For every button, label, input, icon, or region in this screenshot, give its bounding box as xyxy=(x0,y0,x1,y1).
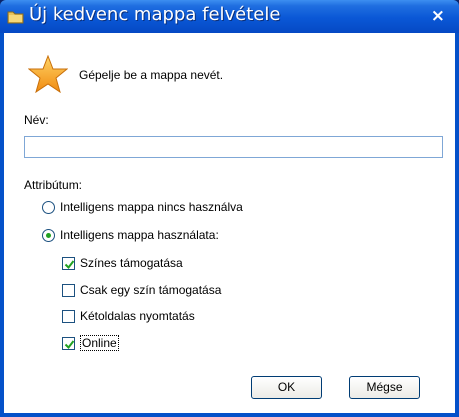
folder-icon xyxy=(7,11,24,24)
checkbox-online[interactable]: Online xyxy=(62,335,119,351)
checkbox-label: Online xyxy=(80,335,119,351)
title-bar[interactable]: Új kedvenc mappa felvétele × xyxy=(0,0,459,33)
checkbox-checked[interactable] xyxy=(62,336,75,350)
radio-no-smart-folder[interactable]: Intelligens mappa nincs használva xyxy=(42,200,243,214)
checkbox-color-support[interactable]: Színes támogatása xyxy=(62,256,183,270)
close-icon[interactable]: × xyxy=(431,6,445,26)
folder-name-input[interactable] xyxy=(24,136,443,158)
prompt-text: Gépelje be a mappa nevét. xyxy=(79,68,224,82)
checkbox-unchecked[interactable] xyxy=(62,309,75,323)
checkbox-label: Színes támogatása xyxy=(80,256,183,270)
dialog-title: Új kedvenc mappa felvétele xyxy=(29,4,281,25)
dialog-window: Új kedvenc mappa felvétele × Gépelje be … xyxy=(0,0,459,417)
cancel-button[interactable]: Mégse xyxy=(349,376,420,399)
window-frame-right xyxy=(455,33,459,417)
dialog-body xyxy=(4,33,455,413)
radio-button[interactable] xyxy=(42,200,55,214)
name-label: Név: xyxy=(24,113,49,127)
checkbox-label: Csak egy szín támogatása xyxy=(80,283,222,297)
radio-button-selected[interactable] xyxy=(42,228,55,242)
star-icon xyxy=(28,55,68,93)
checkbox-unchecked[interactable] xyxy=(62,283,75,297)
checkbox-single-color-support[interactable]: Csak egy szín támogatása xyxy=(62,283,221,297)
window-frame-bottom xyxy=(0,413,459,417)
radio-use-smart-folder[interactable]: Intelligens mappa használata: xyxy=(42,228,219,242)
radio-label: Intelligens mappa nincs használva xyxy=(60,200,243,214)
checkbox-label: Kétoldalas nyomtatás xyxy=(80,309,195,323)
checkbox-duplex-printing[interactable]: Kétoldalas nyomtatás xyxy=(62,309,195,323)
checkbox-checked[interactable] xyxy=(62,256,75,270)
ok-button[interactable]: OK xyxy=(251,376,322,399)
radio-label: Intelligens mappa használata: xyxy=(60,228,219,242)
attribute-label: Attribútum: xyxy=(24,178,83,192)
